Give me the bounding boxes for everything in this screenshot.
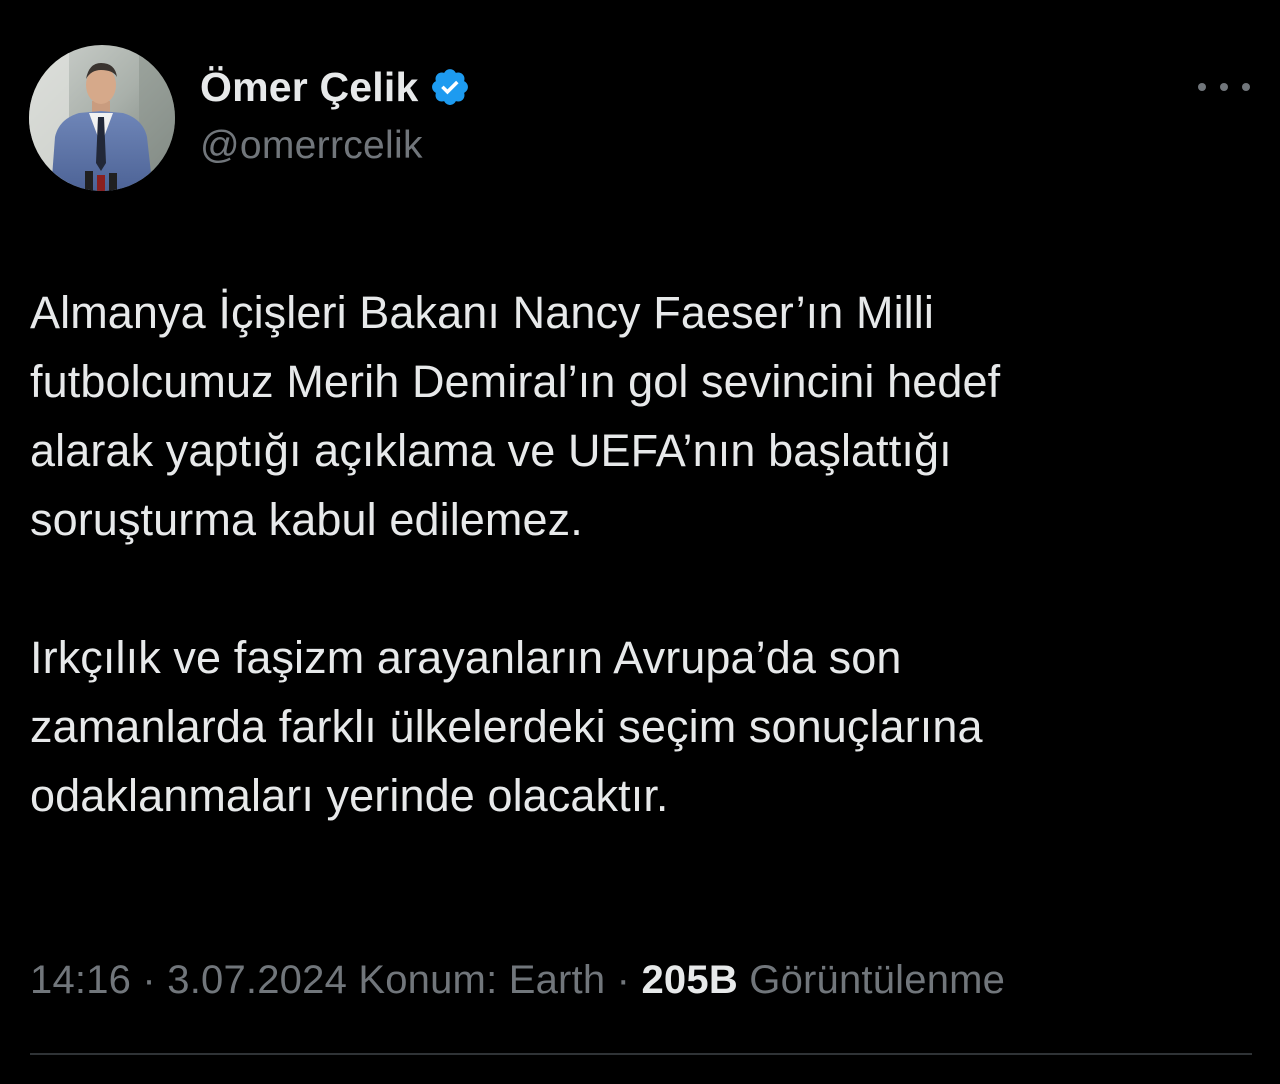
meta-separator: · <box>605 958 642 1002</box>
tweet-line: soruşturma kabul edilemez. <box>30 494 583 545</box>
tweet-time[interactable]: 14:16 <box>30 958 131 1002</box>
tweet-line: Irkçılık ve faşizm arayanların Avrupa’da… <box>30 632 902 683</box>
tweet-paragraph: Almanya İçişleri Bakanı Nancy Faeser’ın … <box>30 278 1260 554</box>
user-handle[interactable]: @omerrcelik <box>200 124 471 168</box>
display-name[interactable]: Ömer Çelik <box>200 64 419 111</box>
views-count[interactable]: 205B <box>641 958 737 1002</box>
meta-separator: · <box>131 958 168 1002</box>
name-row: Ömer Çelik <box>200 62 471 112</box>
tweet-date[interactable]: 3.07.2024 <box>167 958 347 1002</box>
more-options-icon[interactable] <box>1198 72 1250 102</box>
tweet-line: zamanlarda farklı ülkelerdeki seçim sonu… <box>30 701 983 752</box>
more-dot <box>1220 83 1228 91</box>
tweet-line: odaklanmaları yerinde olacaktır. <box>30 770 669 821</box>
verified-badge-icon[interactable] <box>429 66 471 108</box>
avatar-image <box>29 45 175 191</box>
more-dot <box>1242 83 1250 91</box>
tweet-location: Konum: Earth <box>358 958 606 1002</box>
tweet-meta: 14:16 · 3.07.2024 Konum: Earth · 205B Gö… <box>30 958 1005 1003</box>
more-dot <box>1198 83 1206 91</box>
tweet-line: futbolcumuz Merih Demiral’ın gol sevinci… <box>30 356 1001 407</box>
tweet-paragraph: Irkçılık ve faşizm arayanların Avrupa’da… <box>30 623 1260 830</box>
tweet-text: Almanya İçişleri Bakanı Nancy Faeser’ın … <box>30 278 1260 830</box>
tweet: Ömer Çelik @omerrcelik Almanya İçişleri … <box>0 0 1280 1084</box>
views-label[interactable]: Görüntülenme <box>749 958 1005 1002</box>
avatar[interactable] <box>29 45 175 191</box>
tweet-line: alarak yaptığı açıklama ve UEFA’nın başl… <box>30 425 952 476</box>
tweet-line: Almanya İçişleri Bakanı Nancy Faeser’ın … <box>30 287 934 338</box>
author-block: Ömer Çelik @omerrcelik <box>200 62 471 168</box>
divider <box>30 1053 1252 1055</box>
